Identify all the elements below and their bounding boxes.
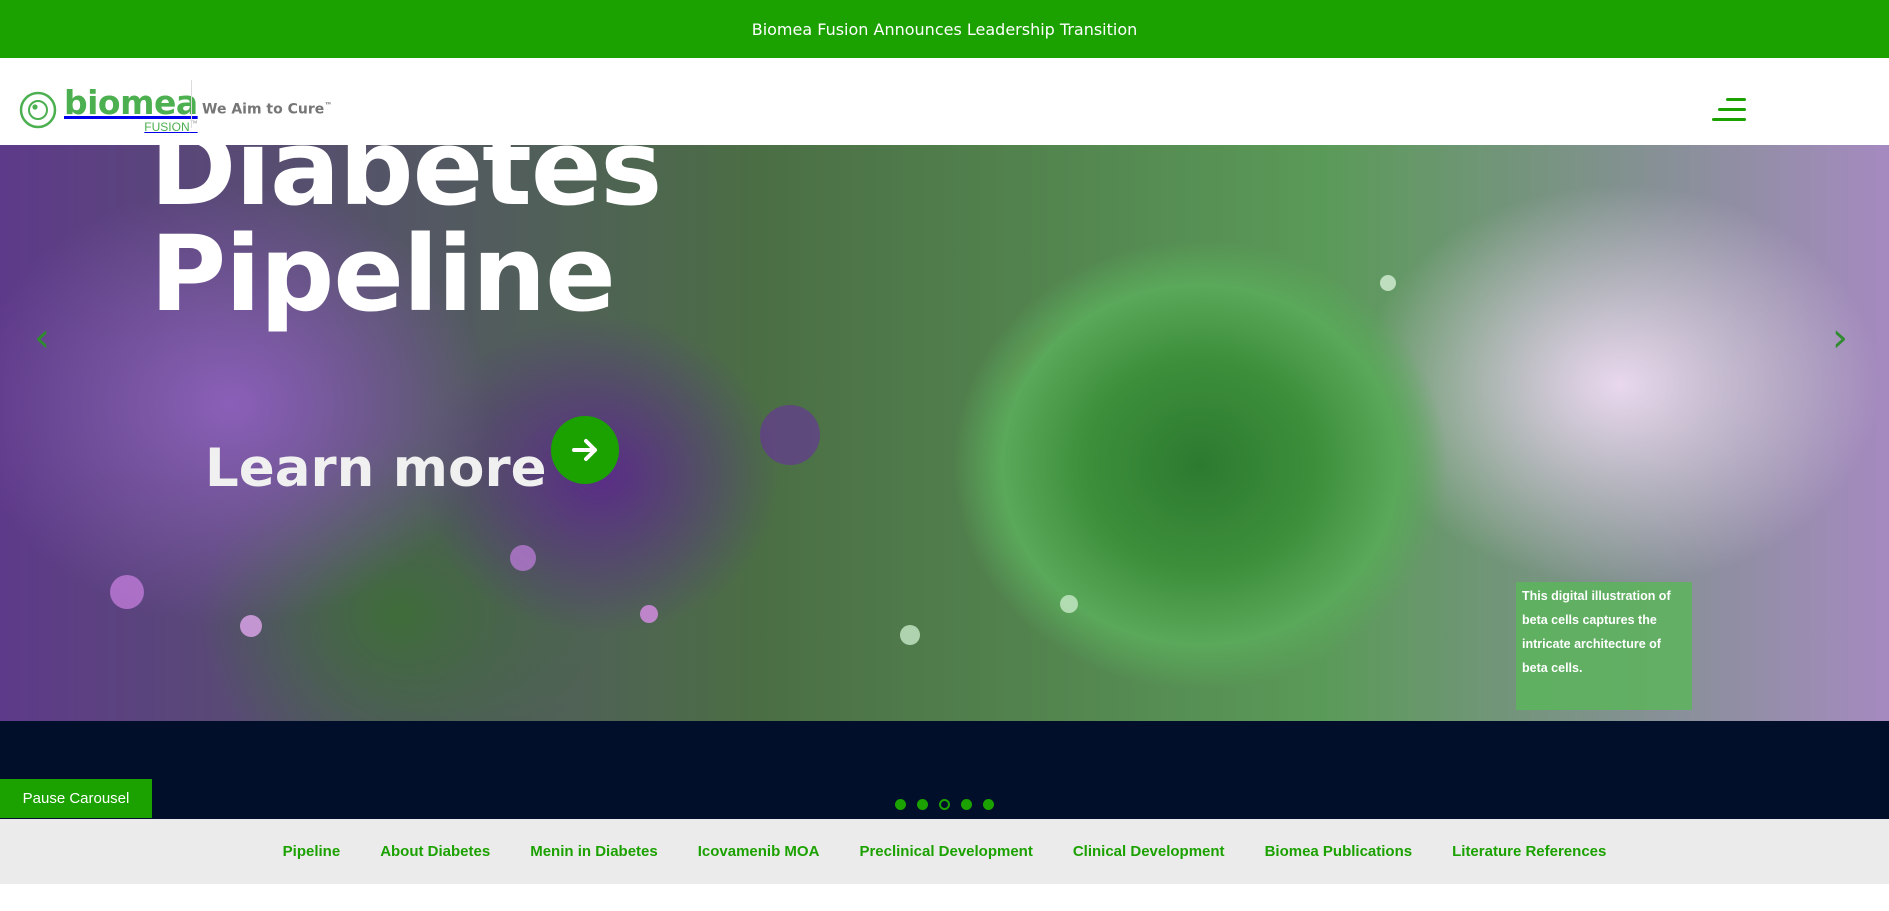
- carousel-dots: [895, 799, 1005, 810]
- logo-subtitle-text: FUSION: [144, 120, 190, 134]
- hero-title: Diabetes Pipeline: [150, 145, 662, 327]
- hamburger-menu-icon[interactable]: [1712, 98, 1746, 122]
- subnav-clinical-development[interactable]: Clinical Development: [1073, 843, 1225, 860]
- image-caption: This digital illustration of beta cells …: [1516, 582, 1692, 710]
- announcement-link[interactable]: Biomea Fusion Announces Leadership Trans…: [752, 20, 1138, 39]
- carousel-controls: Pause Carousel: [0, 721, 1889, 819]
- tagline-text: We Aim to Cure: [202, 101, 325, 118]
- decor-bubble: [110, 575, 144, 609]
- pipeline-subnav: Pipeline About Diabetes Menin in Diabete…: [0, 819, 1889, 884]
- site-header: biomea FUSION™ We Aim to Cure™: [0, 58, 1889, 145]
- learn-more-link[interactable]: Learn more: [205, 438, 547, 499]
- logo-wordmark: biomea: [64, 83, 198, 122]
- subnav-menin-in-diabetes[interactable]: Menin in Diabetes: [530, 843, 658, 860]
- hero-carousel-slide: Diabetes Pipeline Learn more ‹ › This di…: [0, 145, 1889, 721]
- subnav-icovamenib-moa[interactable]: Icovamenib MOA: [698, 843, 820, 860]
- pause-carousel-button[interactable]: Pause Carousel: [0, 779, 152, 818]
- carousel-dot-2[interactable]: [917, 799, 928, 810]
- arrow-right-icon[interactable]: [551, 416, 619, 484]
- arrow-right-icon-svg: [572, 439, 597, 461]
- decor-bubble: [1060, 595, 1078, 613]
- page-content-start: [0, 884, 1889, 911]
- subnav-preclinical-development[interactable]: Preclinical Development: [859, 843, 1032, 860]
- subnav-literature-references[interactable]: Literature References: [1452, 843, 1606, 860]
- decor-bubble: [900, 625, 920, 645]
- biomea-logo[interactable]: biomea FUSION™: [18, 86, 198, 133]
- decor-bubble: [1380, 275, 1396, 291]
- decor-bubble: [760, 405, 820, 465]
- subnav-pipeline[interactable]: Pipeline: [283, 843, 341, 860]
- carousel-dot-3-active[interactable]: [939, 799, 950, 810]
- decor-bubble: [240, 615, 262, 637]
- hero-title-line2: Pipeline: [150, 213, 616, 336]
- decor-bubble: [510, 545, 536, 571]
- tagline-trademark: ™: [324, 101, 333, 110]
- subnav-about-diabetes[interactable]: About Diabetes: [380, 843, 490, 860]
- announcement-bar: Biomea Fusion Announces Leadership Trans…: [0, 0, 1889, 58]
- biomea-logo-icon: [19, 91, 57, 128]
- chevron-right-icon[interactable]: ›: [1832, 315, 1848, 361]
- carousel-dot-5[interactable]: [983, 799, 994, 810]
- subnav-biomea-publications[interactable]: Biomea Publications: [1265, 843, 1413, 860]
- decor-bubble: [640, 605, 658, 623]
- logo-divider: [191, 80, 192, 128]
- tagline: We Aim to Cure™: [202, 101, 332, 118]
- chevron-left-icon[interactable]: ‹: [34, 315, 50, 361]
- carousel-dot-4[interactable]: [961, 799, 972, 810]
- carousel-dot-1[interactable]: [895, 799, 906, 810]
